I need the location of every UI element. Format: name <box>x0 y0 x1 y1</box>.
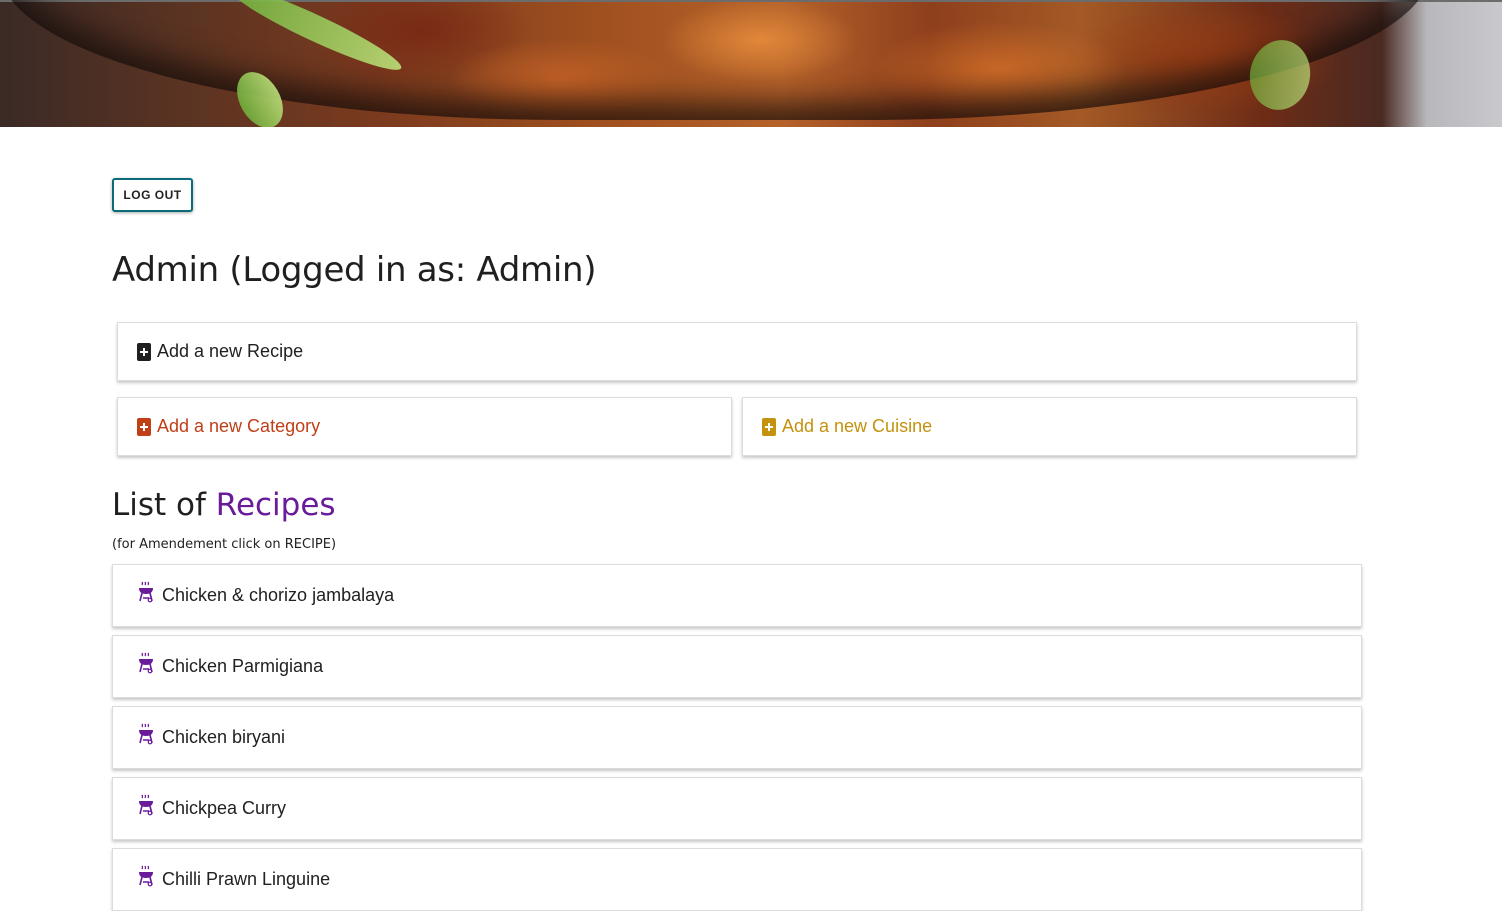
dish-image <box>0 0 1430 120</box>
section-title-accent: Recipes <box>215 487 336 523</box>
add-category-button[interactable]: Add a new Category <box>117 397 732 456</box>
recipe-name: Chicken Parmigiana <box>162 656 324 676</box>
grill-icon <box>139 794 153 815</box>
page-title: Admin (Logged in as: Admin) <box>112 250 597 290</box>
grill-icon <box>139 723 153 744</box>
recipe-list-item[interactable]: Chicken Parmigiana <box>112 635 1362 698</box>
recipe-list-item[interactable]: Chicken & chorizo jambalaya <box>112 564 1362 627</box>
logout-button[interactable]: LOG OUT <box>112 178 193 212</box>
add-recipe-button[interactable]: Add a new Recipe <box>117 322 1357 381</box>
add-cuisine-button[interactable]: Add a new Cuisine <box>742 397 1357 456</box>
grill-icon <box>139 652 153 673</box>
recipe-list-item[interactable]: Chickpea Curry <box>112 777 1362 840</box>
recipes-section-title: List of Recipes <box>112 484 336 526</box>
hero-banner-image <box>0 0 1502 127</box>
section-title-prefix: List of <box>112 487 206 523</box>
recipe-list-item[interactable]: Chilli Prawn Linguine <box>112 848 1362 911</box>
file-plus-icon <box>137 342 151 361</box>
recipe-list-item[interactable]: Chicken biryani <box>112 706 1362 769</box>
recipe-name: Chickpea Curry <box>162 798 287 818</box>
grill-icon <box>139 581 153 602</box>
file-plus-icon <box>137 417 151 436</box>
add-category-label: Add a new Category <box>157 416 321 436</box>
amend-hint: (for Amendement click on RECIPE) <box>112 537 337 552</box>
add-cuisine-label: Add a new Cuisine <box>782 416 933 436</box>
file-plus-icon <box>762 417 776 436</box>
recipe-name: Chicken biryani <box>162 727 286 747</box>
add-recipe-label: Add a new Recipe <box>157 341 304 361</box>
recipe-name: Chicken & chorizo jambalaya <box>162 585 395 605</box>
grill-icon <box>139 865 153 886</box>
